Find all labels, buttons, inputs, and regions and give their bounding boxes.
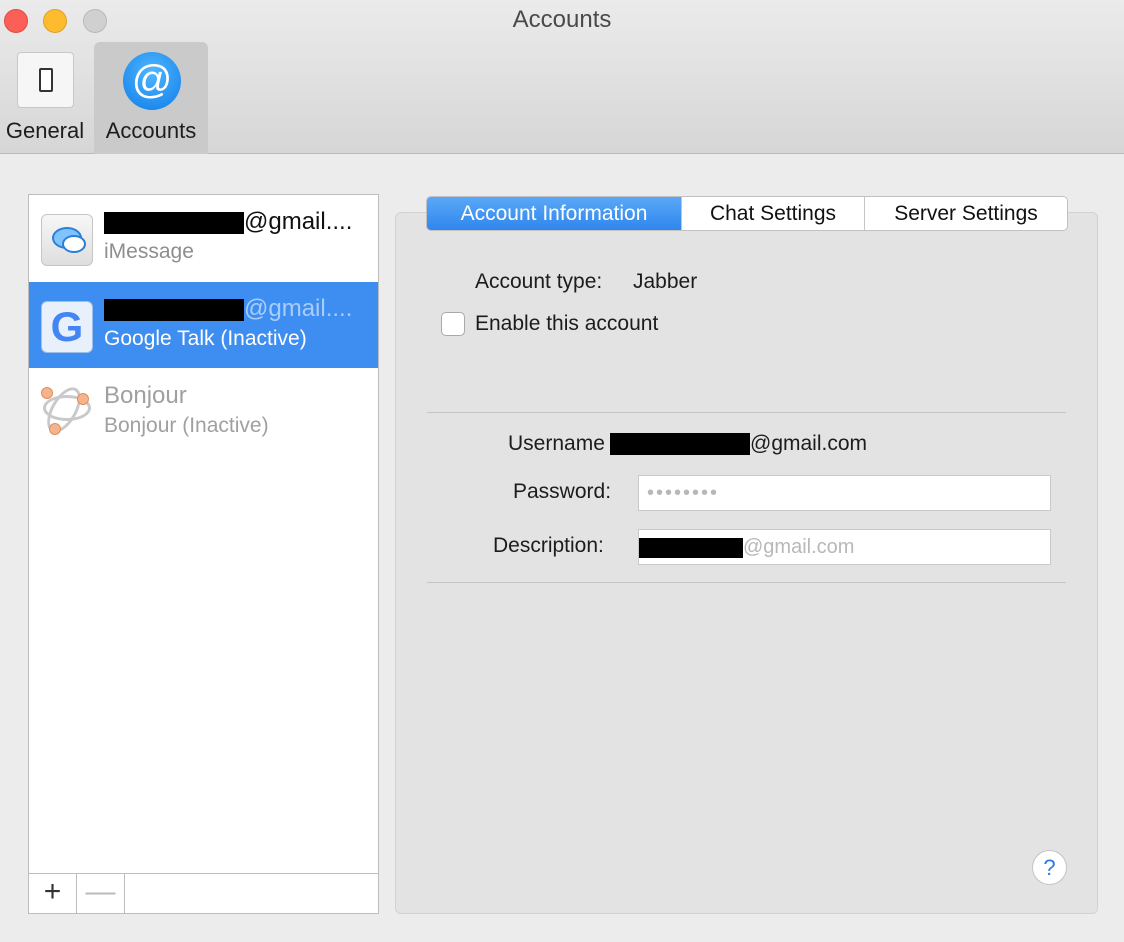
account-row-google-talk[interactable]: G @gmail.... Google Talk (Inactive) xyxy=(29,282,378,368)
redacted-block xyxy=(610,433,750,456)
at-sign-icon: @ xyxy=(123,52,181,110)
description-suffix: @gmail.com xyxy=(743,536,855,558)
username-value: @gmail.com xyxy=(610,432,867,456)
account-type-label: Account type: xyxy=(475,270,603,293)
description-field[interactable]: @gmail.com xyxy=(638,529,1051,565)
username-label: Username xyxy=(508,432,605,455)
toolbar-accounts-label: Accounts xyxy=(105,118,197,143)
list-footer: + — xyxy=(29,873,378,913)
account-service: Bonjour (Inactive) xyxy=(104,414,269,437)
toolbar-general-tab[interactable]: General xyxy=(0,42,90,154)
switch-icon xyxy=(17,52,74,108)
toolbar-general-label: General xyxy=(5,118,85,143)
description-label: Description: xyxy=(493,534,604,557)
account-title: @gmail.... xyxy=(104,295,374,323)
account-service: Google Talk (Inactive) xyxy=(104,327,307,350)
account-title: @gmail.... xyxy=(104,208,374,236)
redacted-block xyxy=(639,537,743,558)
window-titlebar: Accounts General @ Accounts xyxy=(0,0,1124,154)
window-title: Accounts xyxy=(512,6,612,33)
redacted-block xyxy=(104,211,244,234)
google-icon: G xyxy=(41,301,93,353)
section-divider xyxy=(427,412,1066,413)
enable-account-checkbox[interactable] xyxy=(441,312,465,336)
password-field[interactable]: •••••••• xyxy=(638,475,1051,511)
toolbar-accounts-tab[interactable]: @ Accounts xyxy=(94,42,208,154)
detail-tabs: Account Information Chat Settings Server… xyxy=(426,196,1068,231)
help-button[interactable]: ? xyxy=(1032,850,1067,885)
account-row-bonjour[interactable]: Bonjour Bonjour (Inactive) xyxy=(29,369,378,455)
tab-server-settings[interactable]: Server Settings xyxy=(865,197,1067,230)
account-title-suffix: @gmail.... xyxy=(244,295,353,322)
tab-account-information[interactable]: Account Information xyxy=(427,197,682,230)
account-title-suffix: @gmail.... xyxy=(244,208,353,235)
bonjour-icon xyxy=(37,381,97,441)
account-row-imessage[interactable]: @gmail.... iMessage xyxy=(29,195,378,281)
tab-chat-settings[interactable]: Chat Settings xyxy=(682,197,865,230)
password-label: Password: xyxy=(513,480,612,503)
remove-account-button[interactable]: — xyxy=(77,874,125,913)
imessage-icon xyxy=(41,214,93,266)
account-service: iMessage xyxy=(104,240,194,263)
enable-account-label: Enable this account xyxy=(475,312,659,335)
section-divider xyxy=(427,582,1066,583)
account-type-value: Jabber xyxy=(633,270,698,293)
accounts-list[interactable]: @gmail.... iMessage G @gmail.... Google … xyxy=(28,194,379,914)
redacted-block xyxy=(104,298,244,321)
username-suffix: @gmail.com xyxy=(750,432,868,455)
add-account-button[interactable]: + xyxy=(29,874,77,913)
account-title: Bonjour xyxy=(104,382,187,409)
